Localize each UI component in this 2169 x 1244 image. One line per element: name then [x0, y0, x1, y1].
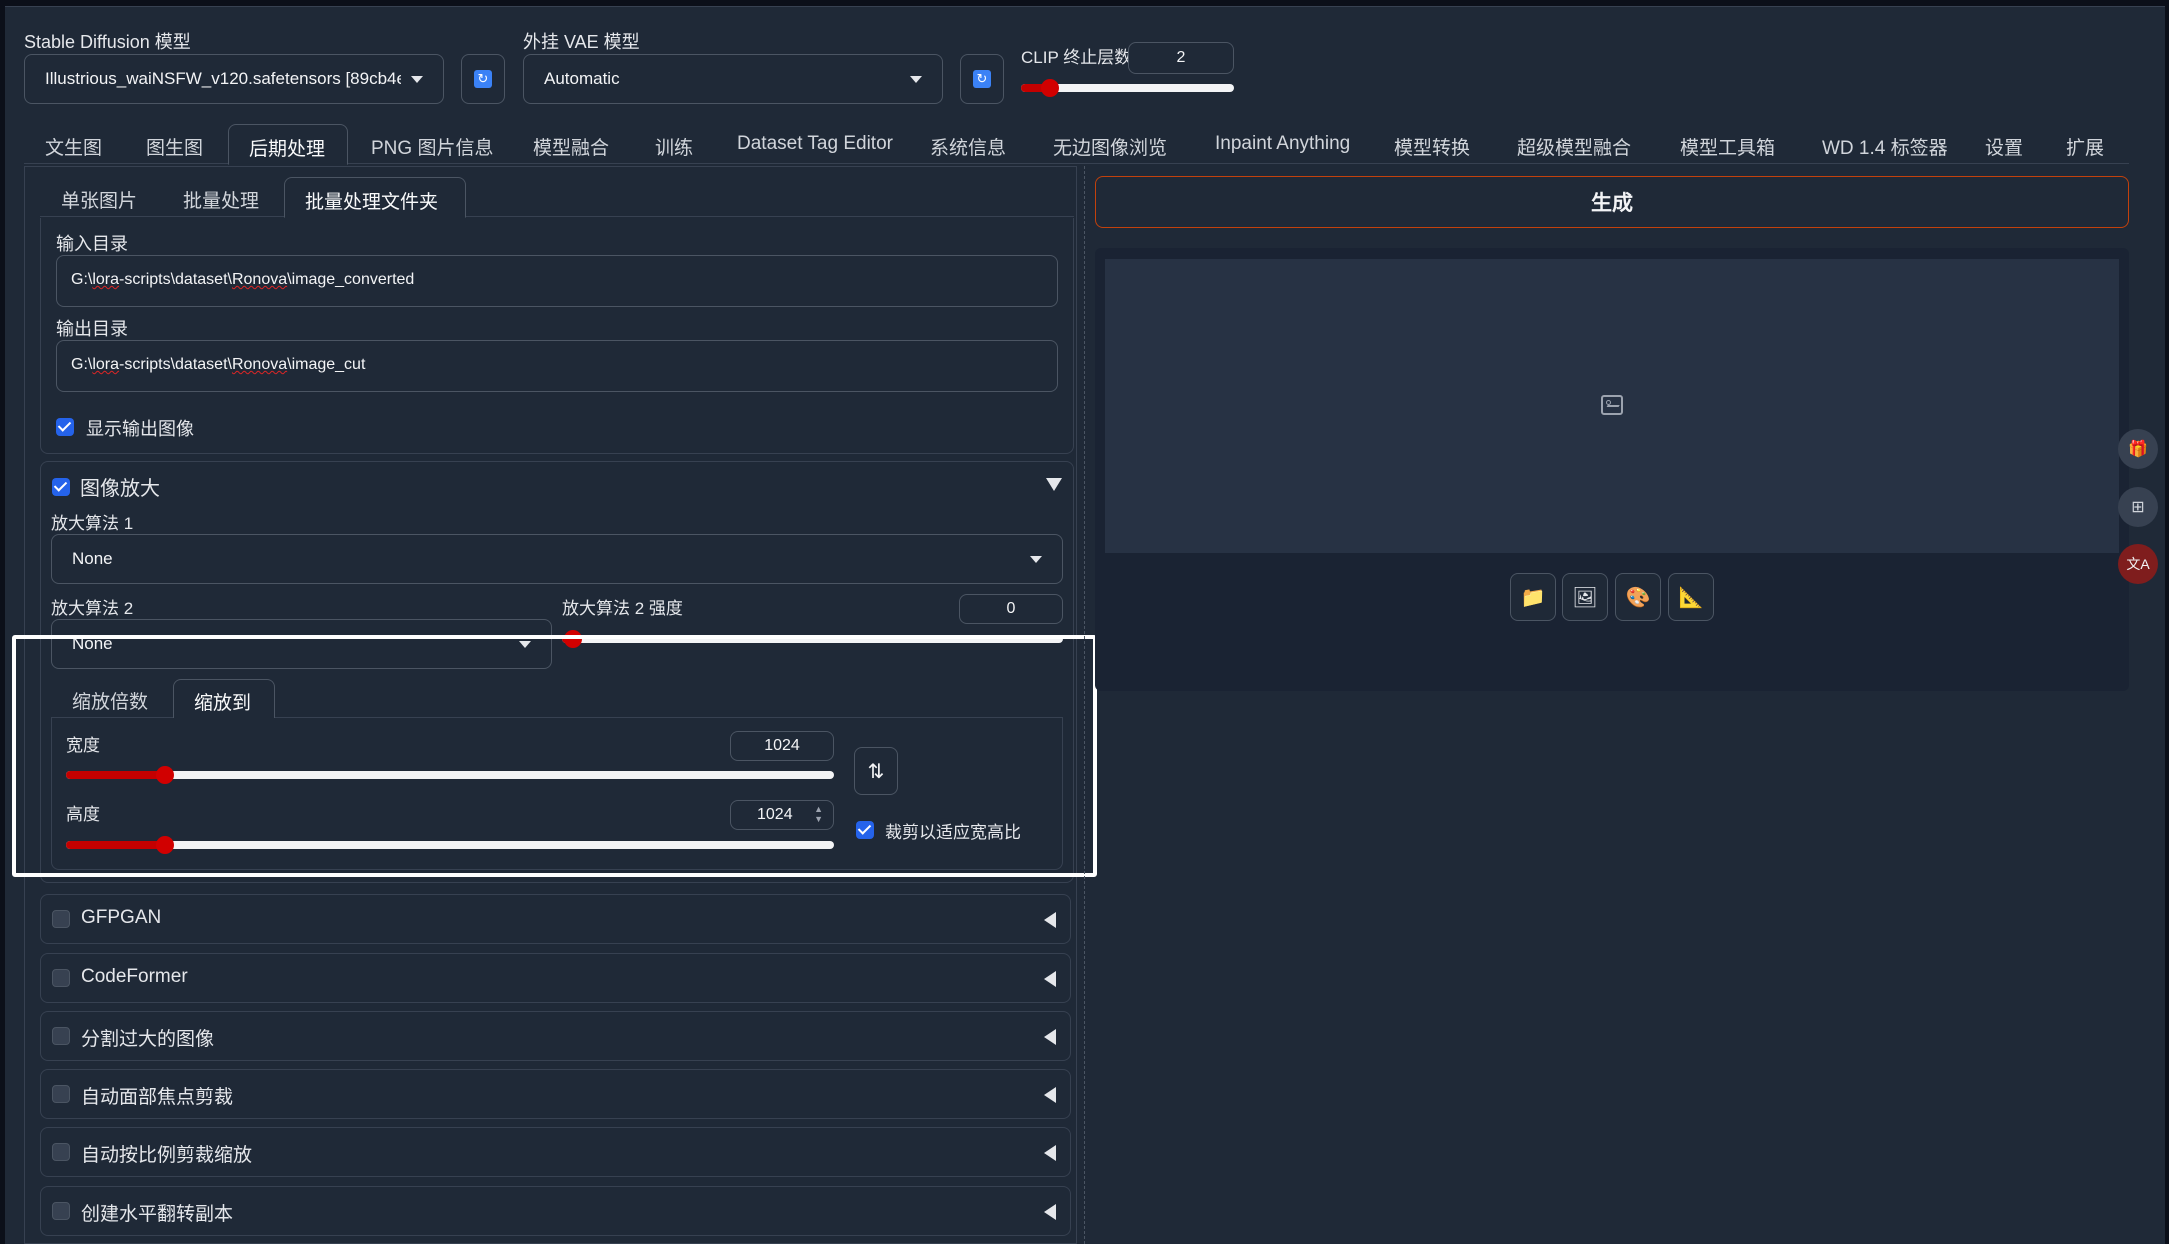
subtab-batch-process[interactable]: 批量处理: [183, 186, 259, 213]
expand-triangle-icon: [1044, 912, 1056, 928]
vae-value: Automatic: [544, 69, 620, 88]
send-to-img2img-button[interactable]: 🖼: [1562, 573, 1608, 621]
translate-button[interactable]: 文A: [2118, 544, 2158, 584]
accordion-title: GFPGAN: [81, 907, 162, 928]
chevron-down-icon: [411, 75, 423, 83]
tab-infinite-image-browsing[interactable]: 无边图像浏览: [1053, 133, 1167, 160]
auto-sized-crop-checkbox[interactable]: [52, 1143, 70, 1161]
output-dir-label: 输出目录: [56, 319, 128, 339]
tab-settings[interactable]: 设置: [1985, 133, 2023, 160]
tab-model-toolkit[interactable]: 模型工具箱: [1680, 133, 1775, 160]
show-output-label: 显示输出图像: [86, 419, 194, 439]
vae-label: 外挂 VAE 模型: [523, 32, 640, 52]
accordion-auto-focal-crop[interactable]: 自动面部焦点剪裁: [40, 1069, 1071, 1119]
ruler-icon: 📐: [1678, 586, 1704, 609]
upscale-title: 图像放大: [80, 478, 160, 500]
upscaler1-dropdown[interactable]: None: [51, 534, 1063, 584]
upscaler1-value: None: [72, 549, 113, 568]
tab-png-info[interactable]: PNG 图片信息: [371, 133, 493, 160]
tab-model-converter[interactable]: 模型转换: [1394, 133, 1470, 160]
subtab-single-image[interactable]: 单张图片: [61, 186, 137, 213]
accordion-split-oversized[interactable]: 分割过大的图像: [40, 1011, 1071, 1061]
clip-slider[interactable]: [1021, 79, 1234, 97]
vae-refresh-button[interactable]: ↻: [960, 54, 1004, 104]
expand-triangle-icon: [1044, 1204, 1056, 1220]
folder-button[interactable]: 📁: [1510, 573, 1556, 621]
sd-model-dropdown[interactable]: Illustrious_waiNSFW_v120.safetensors [89…: [24, 54, 444, 104]
tab-txt2img[interactable]: 文生图: [45, 133, 102, 160]
gift-button[interactable]: 🎁: [2118, 429, 2158, 469]
upscaler2-strength-label: 放大算法 2 强度: [562, 599, 683, 618]
upscaler2-strength-input[interactable]: 0: [959, 594, 1063, 624]
upscaler1-label: 放大算法 1: [51, 514, 134, 533]
image-icon: 🖼: [1572, 586, 1598, 609]
tab-super-merger[interactable]: 超级模型融合: [1517, 133, 1631, 160]
tab-img2img[interactable]: 图生图: [146, 133, 203, 160]
accordion-title: 自动按比例剪裁缩放: [81, 1145, 253, 1166]
accordion-flip-copy[interactable]: 创建水平翻转副本: [40, 1186, 1071, 1236]
expand-triangle-icon: [1044, 1087, 1056, 1103]
accordion-gfpgan[interactable]: GFPGAN: [40, 894, 1071, 944]
column-divider: [1084, 166, 1085, 1244]
tab-train[interactable]: 训练: [655, 133, 693, 160]
chevron-down-icon: [910, 75, 922, 83]
upscaler2-label: 放大算法 2: [51, 599, 134, 618]
tab-extras[interactable]: 后期处理: [228, 124, 348, 165]
sub-tab-bar: [40, 216, 1074, 217]
refresh-icon: ↻: [474, 70, 492, 88]
tab-system-info[interactable]: 系统信息: [930, 133, 1006, 160]
palette-icon: 🎨: [1625, 586, 1651, 609]
accordion-title: 创建水平翻转副本: [81, 1204, 234, 1225]
batch-directory-panel: [40, 218, 1074, 454]
sd-model-label: Stable Diffusion 模型: [24, 32, 191, 52]
gfpgan-checkbox[interactable]: [52, 910, 70, 928]
upscale-enable-checkbox[interactable]: [52, 478, 70, 496]
grid-button[interactable]: ⊞: [2118, 487, 2158, 527]
generate-button[interactable]: 生成: [1095, 176, 2129, 228]
vae-dropdown[interactable]: Automatic: [523, 54, 943, 104]
clip-slider-knob[interactable]: [1041, 79, 1059, 97]
tab-extensions[interactable]: 扩展: [2066, 133, 2104, 160]
grid-icon: ⊞: [2131, 499, 2145, 516]
split-oversized-checkbox[interactable]: [52, 1027, 70, 1045]
expand-triangle-icon: [1044, 1145, 1056, 1161]
accordion-title: 自动面部焦点剪裁: [81, 1087, 234, 1108]
highlight-box: [12, 635, 1097, 877]
tab-wd14-tagger[interactable]: WD 1.4 标签器: [1822, 133, 1948, 160]
sd-refresh-button[interactable]: ↻: [461, 54, 505, 104]
show-output-checkbox[interactable]: [56, 418, 74, 436]
refresh-icon: ↻: [973, 70, 991, 88]
input-dir-label: 输入目录: [56, 234, 128, 254]
accordion-title: 分割过大的图像: [81, 1029, 215, 1050]
clip-label: CLIP 终止层数: [1021, 48, 1132, 67]
subtab-batch-from-directory[interactable]: 批量处理文件夹: [284, 177, 466, 218]
image-placeholder-icon: [1601, 395, 1623, 415]
send-to-extras-button[interactable]: 📐: [1668, 573, 1714, 621]
codeformer-checkbox[interactable]: [52, 969, 70, 987]
auto-focal-crop-checkbox[interactable]: [52, 1085, 70, 1103]
tab-inpaint-anything[interactable]: Inpaint Anything: [1215, 133, 1350, 155]
flip-copy-checkbox[interactable]: [52, 1202, 70, 1220]
sd-model-value: Illustrious_waiNSFW_v120.safetensors [89…: [45, 69, 401, 88]
input-dir-field[interactable]: G:\lora-scripts\dataset\Ronova\image_con…: [56, 255, 1058, 307]
collapse-triangle-icon[interactable]: [1046, 478, 1062, 491]
accordion-title: CodeFormer: [81, 966, 188, 987]
tab-dataset-tag-editor[interactable]: Dataset Tag Editor: [737, 133, 893, 155]
accordion-codeformer[interactable]: CodeFormer: [40, 953, 1071, 1003]
send-to-inpaint-button[interactable]: 🎨: [1615, 573, 1661, 621]
translate-icon: 文A: [2126, 556, 2150, 572]
gift-icon: 🎁: [2128, 441, 2148, 458]
expand-triangle-icon: [1044, 1029, 1056, 1045]
chevron-down-icon: [1030, 555, 1042, 563]
folder-icon: 📁: [1520, 586, 1546, 609]
output-dir-field[interactable]: G:\lora-scripts\dataset\Ronova\image_cut: [56, 340, 1058, 392]
accordion-auto-sized-crop[interactable]: 自动按比例剪裁缩放: [40, 1127, 1071, 1177]
tab-checkpoint-merger[interactable]: 模型融合: [533, 133, 609, 160]
expand-triangle-icon: [1044, 971, 1056, 987]
clip-input[interactable]: 2: [1128, 42, 1234, 74]
